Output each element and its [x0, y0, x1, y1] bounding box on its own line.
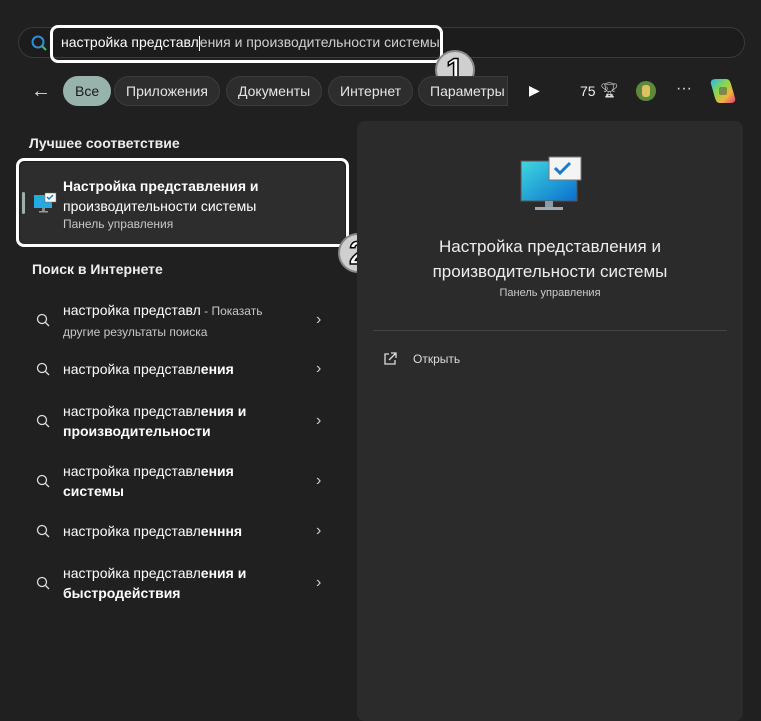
- suggestion-text: настройка представления системы: [63, 463, 234, 499]
- web-suggestion[interactable]: настройка представления системы ›: [20, 461, 345, 501]
- detail-panel: Настройка представления и производительн…: [357, 121, 743, 721]
- more-options-icon[interactable]: ···: [676, 80, 692, 98]
- back-arrow-icon[interactable]: ←: [31, 80, 51, 103]
- search-icon: [36, 362, 50, 376]
- suggestion-text: настройка представл - Показать другие рез…: [63, 302, 263, 339]
- filter-documents[interactable]: Документы: [226, 76, 323, 106]
- divider: [373, 330, 727, 331]
- detail-title: Настройка представления и производительн…: [432, 237, 668, 281]
- chevron-right-icon[interactable]: ›: [316, 411, 321, 431]
- suggestion-text: настройка представления: [63, 361, 234, 377]
- search-icon: [36, 474, 50, 488]
- filter-all[interactable]: Все: [63, 76, 112, 106]
- search-icon: [36, 313, 50, 327]
- open-external-icon: [384, 352, 397, 365]
- copilot-icon[interactable]: [708, 76, 738, 106]
- search-icon: [36, 576, 50, 590]
- chevron-right-icon[interactable]: ›: [316, 359, 321, 379]
- web-suggestion[interactable]: настройка представленння ›: [20, 521, 345, 541]
- web-suggestion[interactable]: настройка представления ›: [20, 359, 345, 379]
- suggestion-text: настройка представления и быстродействия: [63, 565, 247, 601]
- detail-subtitle: Панель управления: [499, 287, 601, 299]
- open-action[interactable]: Открыть: [373, 347, 727, 373]
- web-search-heading: Поиск в Интернете: [32, 261, 163, 277]
- filter-settings[interactable]: Параметры: [418, 76, 508, 106]
- web-suggestion[interactable]: настройка представления и быстродействия …: [20, 563, 345, 603]
- filter-apps[interactable]: Приложения: [114, 76, 220, 106]
- play-more-filters-icon[interactable]: ▶: [529, 82, 540, 99]
- rewards-points[interactable]: 75: [580, 83, 596, 99]
- annotation-box-1: [50, 25, 443, 63]
- chevron-right-icon[interactable]: ›: [316, 310, 321, 330]
- suggestion-text: настройка представления и производительно…: [63, 403, 247, 439]
- filter-internet[interactable]: Интернет: [328, 76, 414, 106]
- chevron-right-icon[interactable]: ›: [316, 573, 321, 593]
- suggestion-text: настройка представленння: [63, 523, 243, 539]
- best-match-heading: Лучшее соответствие: [29, 135, 180, 151]
- trophy-icon[interactable]: 🏆︎: [600, 81, 619, 99]
- search-icon: [36, 414, 50, 428]
- avatar[interactable]: [636, 81, 656, 101]
- open-label: Открыть: [413, 352, 461, 366]
- search-icon: [31, 35, 47, 51]
- web-suggestion[interactable]: настройка представл - Показать другие рез…: [20, 300, 345, 340]
- annotation-box-2: [16, 158, 349, 247]
- chevron-right-icon[interactable]: ›: [316, 471, 321, 491]
- chevron-right-icon[interactable]: ›: [316, 521, 321, 541]
- web-suggestion[interactable]: настройка представления и производительно…: [20, 401, 345, 441]
- performance-settings-large-icon: [520, 156, 582, 210]
- search-icon: [36, 524, 50, 538]
